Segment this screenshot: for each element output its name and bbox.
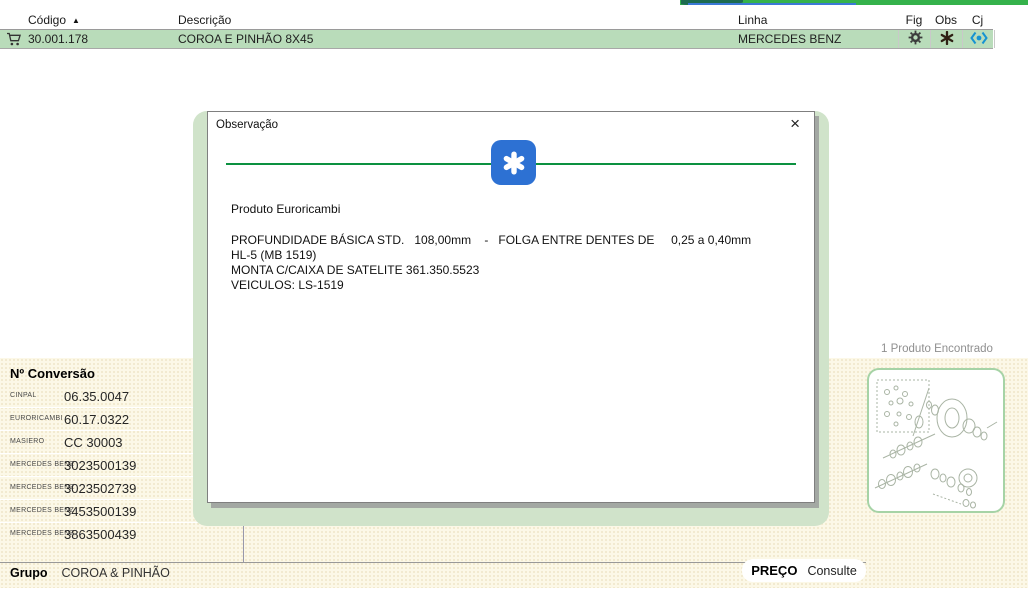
column-header-cj-label: Cj — [972, 13, 983, 27]
conversion-brand: EURORICAMBI — [10, 415, 63, 422]
exploded-view-thumbnail[interactable] — [867, 368, 1005, 513]
brand-banner — [680, 0, 1028, 5]
group-label: Grupo — [10, 566, 48, 580]
conversion-row: EURORICAMBI 60.17.0322 — [0, 408, 200, 431]
column-header-fig-label: Fig — [906, 13, 923, 27]
asterisk-badge-icon — [491, 140, 536, 185]
observation-line: MONTA C/CAIXA DE SATELITE 361.350.5523 — [231, 263, 751, 278]
conversion-title: Nº Conversão — [0, 358, 200, 385]
conversion-code: 3863500439 — [64, 527, 136, 542]
modal-title: Observação — [216, 119, 278, 131]
column-header-cj[interactable]: Cj — [962, 13, 993, 27]
chevrons-dot-icon[interactable] — [970, 31, 988, 48]
price-consult-link[interactable]: Consulte — [807, 564, 856, 578]
column-header-fig[interactable]: Fig — [898, 13, 930, 27]
column-header-linha[interactable]: Linha — [738, 13, 767, 27]
conversion-code: 3023502739 — [64, 481, 136, 496]
fig-button[interactable] — [898, 30, 931, 48]
row-descricao: COROA E PINHÃO 8X45 — [178, 32, 313, 46]
conversion-row: MASIERO CC 30003 — [0, 431, 200, 454]
conversion-row: MERCEDES BENZ 3023502739 — [0, 477, 200, 500]
close-icon[interactable]: × — [790, 115, 800, 132]
asterisk-icon[interactable] — [940, 31, 954, 48]
row-linha: MERCEDES BENZ — [738, 32, 841, 46]
column-divider — [243, 520, 244, 562]
price-pill: PREÇO Consulte — [742, 559, 866, 582]
observation-modal: Observação × Produto Euroricambi PROFUND… — [207, 111, 815, 503]
conversion-code: 06.35.0047 — [64, 389, 129, 404]
column-header-codigo-label: Código — [28, 13, 66, 27]
sort-asc-icon[interactable]: ▲ — [72, 16, 80, 25]
gear-icon[interactable] — [908, 30, 923, 48]
conversion-brand: MASIERO — [10, 438, 44, 445]
column-header-descricao[interactable]: Descrição — [178, 13, 231, 27]
cj-button[interactable] — [962, 30, 995, 48]
row-divider — [0, 48, 993, 49]
column-header-obs-label: Obs — [935, 13, 957, 27]
column-header-linha-label: Linha — [738, 13, 767, 27]
table-row-selected[interactable]: 30.001.178 COROA E PINHÃO 8X45 MERCEDES … — [0, 30, 993, 48]
exploded-parts-drawing — [869, 370, 1003, 511]
parts-catalog-window: Código ▲ Descrição Linha Fig Obs Cj 30.00… — [0, 0, 1028, 604]
conversion-row: CINPAL 06.35.0047 — [0, 385, 200, 408]
observation-line: VEICULOS: LS-1519 — [231, 278, 751, 293]
conversion-code: 60.17.0322 — [64, 412, 129, 427]
column-header-descricao-label: Descrição — [178, 13, 231, 27]
conversion-panel: Nº Conversão CINPAL 06.35.0047 EURORICAM… — [0, 358, 200, 545]
observation-line: PROFUNDIDADE BÁSICA STD. 108,00mm - FOLG… — [231, 233, 751, 248]
modal-halo: Observação × Produto Euroricambi PROFUND… — [193, 111, 829, 526]
group-value: COROA & PINHÃO — [62, 566, 170, 580]
column-header-obs[interactable]: Obs — [930, 13, 962, 27]
conversion-row: MERCEDES BENZ 3023500139 — [0, 454, 200, 477]
price-label: PREÇO — [751, 563, 797, 578]
results-table-header: Código ▲ Descrição Linha Fig Obs Cj — [0, 12, 993, 29]
conversion-row: MERCEDES BENZ 3863500439 — [0, 523, 200, 545]
conversion-code: 3023500139 — [64, 458, 136, 473]
modal-body: Produto Euroricambi PROFUNDIDADE BÁSICA … — [231, 202, 751, 293]
conversion-code: CC 30003 — [64, 435, 123, 450]
conversion-row: MERCEDES BENZ 3453500139 — [0, 500, 200, 523]
footer-divider — [0, 562, 866, 563]
observation-intro: Produto Euroricambi — [231, 202, 751, 216]
conversion-code: 3453500139 — [64, 504, 136, 519]
results-count: 1 Produto Encontrado — [867, 343, 1007, 355]
conversion-brand: CINPAL — [10, 392, 37, 399]
column-header-codigo[interactable]: Código ▲ — [28, 13, 80, 27]
brand-banner-underline — [688, 3, 856, 5]
observation-line: HL-5 (MB 1519) — [231, 248, 751, 263]
row-codigo: 30.001.178 — [28, 32, 88, 46]
group-row: Grupo COROA & PINHÃO — [10, 566, 170, 580]
obs-button[interactable] — [930, 30, 963, 48]
